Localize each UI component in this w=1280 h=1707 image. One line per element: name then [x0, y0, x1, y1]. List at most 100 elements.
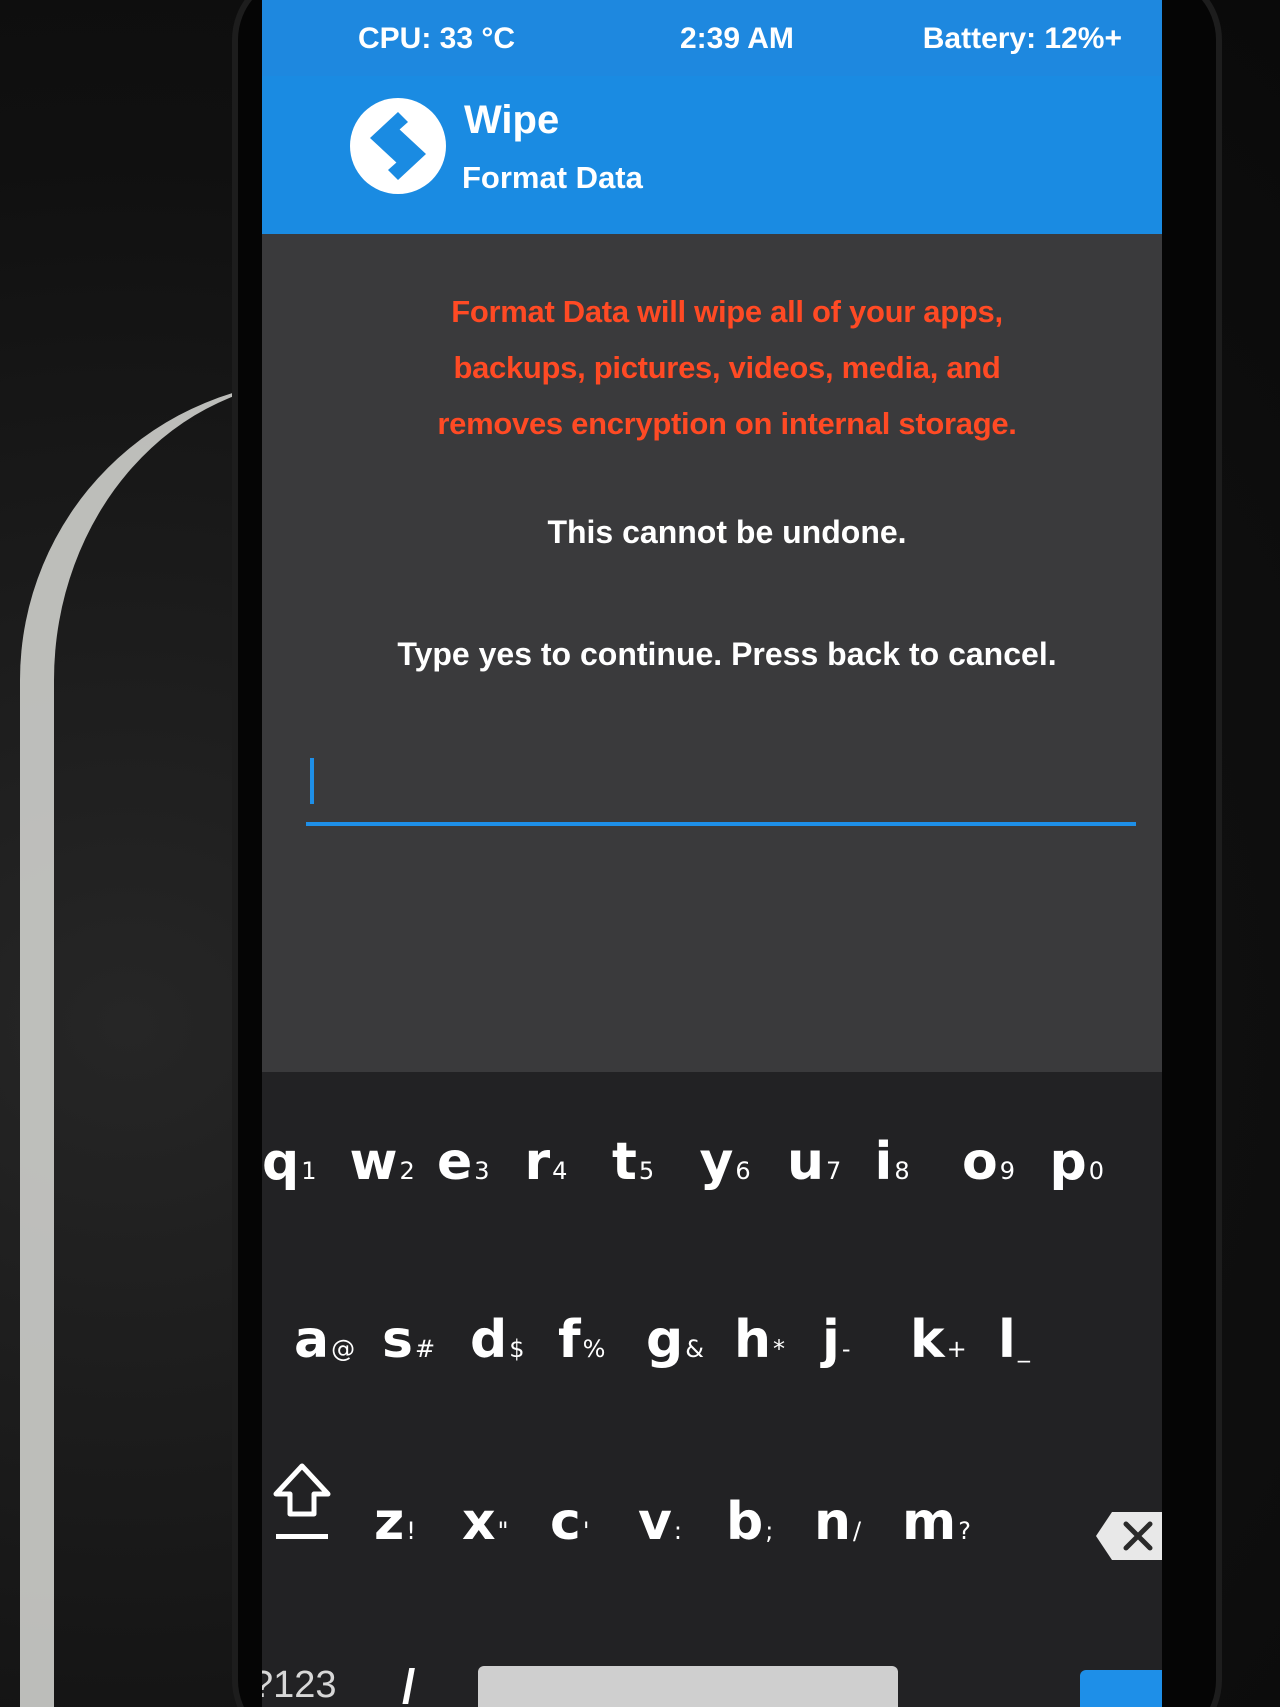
key-t[interactable]: t5: [612, 1132, 654, 1192]
key-secondary: ": [497, 1517, 509, 1545]
key-secondary: -: [841, 1335, 851, 1363]
key-secondary: 3: [474, 1157, 490, 1185]
key-secondary: :: [673, 1517, 682, 1545]
key-secondary: _: [1017, 1335, 1030, 1363]
key-w[interactable]: w2: [350, 1132, 415, 1192]
key-i[interactable]: i8: [875, 1132, 910, 1192]
key-letter: p: [1049, 1132, 1087, 1192]
key-letter: m: [902, 1492, 957, 1552]
key-secondary: 7: [826, 1157, 842, 1185]
key-a[interactable]: a@: [294, 1310, 355, 1370]
backspace-key[interactable]: [1094, 1510, 1162, 1562]
key-secondary: 4: [552, 1157, 568, 1185]
key-letter: z: [374, 1492, 405, 1552]
page-title: Wipe: [464, 98, 560, 142]
key-letter: l: [998, 1310, 1016, 1370]
key-letter: i: [874, 1132, 893, 1192]
confirm-prompt: Type yes to continue. Press back to canc…: [397, 636, 1057, 672]
key-letter: r: [524, 1132, 551, 1192]
key-letter: f: [558, 1310, 581, 1370]
key-r[interactable]: r4: [525, 1132, 568, 1192]
key-p[interactable]: p0: [1050, 1132, 1105, 1192]
key-letter: e: [437, 1132, 473, 1192]
key-n[interactable]: n/: [814, 1492, 861, 1552]
key-c[interactable]: c': [550, 1492, 589, 1552]
key-secondary: ?: [958, 1517, 971, 1545]
shift-icon: [273, 1463, 331, 1539]
space-key[interactable]: [478, 1666, 898, 1707]
key-x[interactable]: x": [462, 1492, 509, 1552]
status-bar: CPU: 33 °C 2:39 AM Battery: 12%+: [262, 0, 1162, 76]
key-e[interactable]: e3: [437, 1132, 490, 1192]
cpu-temp: CPU: 33 °C: [358, 22, 516, 55]
key-secondary: %: [582, 1335, 606, 1363]
key-d[interactable]: d$: [470, 1310, 525, 1370]
twrp-logo-icon: [350, 98, 446, 194]
page-header: Wipe Format Data: [262, 76, 1162, 234]
key-z[interactable]: z!: [374, 1492, 416, 1552]
key-letter: a: [294, 1310, 330, 1370]
key-secondary: /: [853, 1517, 862, 1545]
warning-line: backups, pictures, videos, media, and: [453, 350, 1001, 385]
backspace-icon: [1096, 1512, 1162, 1560]
key-s[interactable]: s#: [382, 1310, 435, 1370]
photo-scene: CPU: 33 °C 2:39 AM Battery: 12%+ Wipe Fo…: [0, 0, 1280, 1707]
key-letter: j: [822, 1310, 840, 1370]
key-secondary: @: [331, 1335, 356, 1363]
key-k[interactable]: k+: [910, 1310, 967, 1370]
key-secondary: 5: [638, 1157, 655, 1185]
key-q[interactable]: q1: [262, 1132, 317, 1192]
undone-notice: This cannot be undone.: [547, 514, 907, 550]
recovery-screen: CPU: 33 °C 2:39 AM Battery: 12%+ Wipe Fo…: [262, 0, 1162, 1707]
key-secondary: +: [946, 1335, 967, 1363]
warning-line: Format Data will wipe all of your apps,: [451, 294, 1003, 329]
key-secondary: $: [509, 1335, 525, 1363]
key-v[interactable]: v:: [638, 1492, 682, 1552]
key-letter: u: [787, 1132, 825, 1192]
symbols-key[interactable]: ?123: [262, 1664, 337, 1707]
key-letter: t: [612, 1132, 637, 1192]
text-caret: [310, 758, 314, 804]
key-secondary: 6: [735, 1157, 751, 1185]
key-letter: k: [910, 1310, 945, 1370]
key-letter: s: [382, 1310, 413, 1370]
slash-key[interactable]: /: [402, 1660, 415, 1707]
key-m[interactable]: m?: [902, 1492, 971, 1552]
key-j[interactable]: j-: [822, 1310, 851, 1370]
key-letter: n: [814, 1492, 852, 1552]
confirm-input-box[interactable]: [306, 750, 1136, 826]
key-o[interactable]: o9: [962, 1132, 1015, 1192]
enter-key[interactable]: [1080, 1670, 1162, 1707]
key-letter: g: [646, 1310, 684, 1370]
key-h[interactable]: h*: [734, 1310, 785, 1370]
warning-line: removes encryption on internal storage.: [437, 406, 1017, 441]
key-letter: w: [349, 1132, 398, 1192]
key-l[interactable]: l_: [998, 1310, 1030, 1370]
key-y[interactable]: y6: [700, 1132, 751, 1192]
key-f[interactable]: f%: [558, 1310, 605, 1370]
key-letter: d: [470, 1310, 508, 1370]
key-secondary: !: [406, 1517, 416, 1545]
key-letter: x: [462, 1492, 496, 1552]
key-secondary: &: [685, 1335, 704, 1363]
shift-key[interactable]: [270, 1458, 334, 1548]
key-secondary: 9: [999, 1157, 1016, 1185]
key-secondary: *: [773, 1335, 786, 1363]
key-secondary: ;: [765, 1517, 774, 1545]
key-secondary: ': [582, 1517, 590, 1545]
warning-message: Format Data will wipe all of your apps, …: [362, 284, 1092, 452]
key-b[interactable]: b;: [726, 1492, 773, 1552]
key-g[interactable]: g&: [646, 1310, 704, 1370]
key-letter: b: [726, 1492, 764, 1552]
key-letter: q: [262, 1132, 300, 1192]
key-letter: o: [962, 1132, 998, 1192]
key-secondary: 2: [399, 1157, 415, 1185]
key-u[interactable]: u7: [787, 1132, 841, 1192]
key-secondary: 1: [301, 1157, 317, 1185]
clock: 2:39 AM: [680, 22, 794, 55]
key-letter: h: [734, 1310, 772, 1370]
key-secondary: #: [414, 1335, 436, 1363]
page-subtitle: Format Data: [462, 160, 643, 195]
key-letter: v: [638, 1492, 672, 1552]
confirm-input[interactable]: [320, 758, 1120, 808]
